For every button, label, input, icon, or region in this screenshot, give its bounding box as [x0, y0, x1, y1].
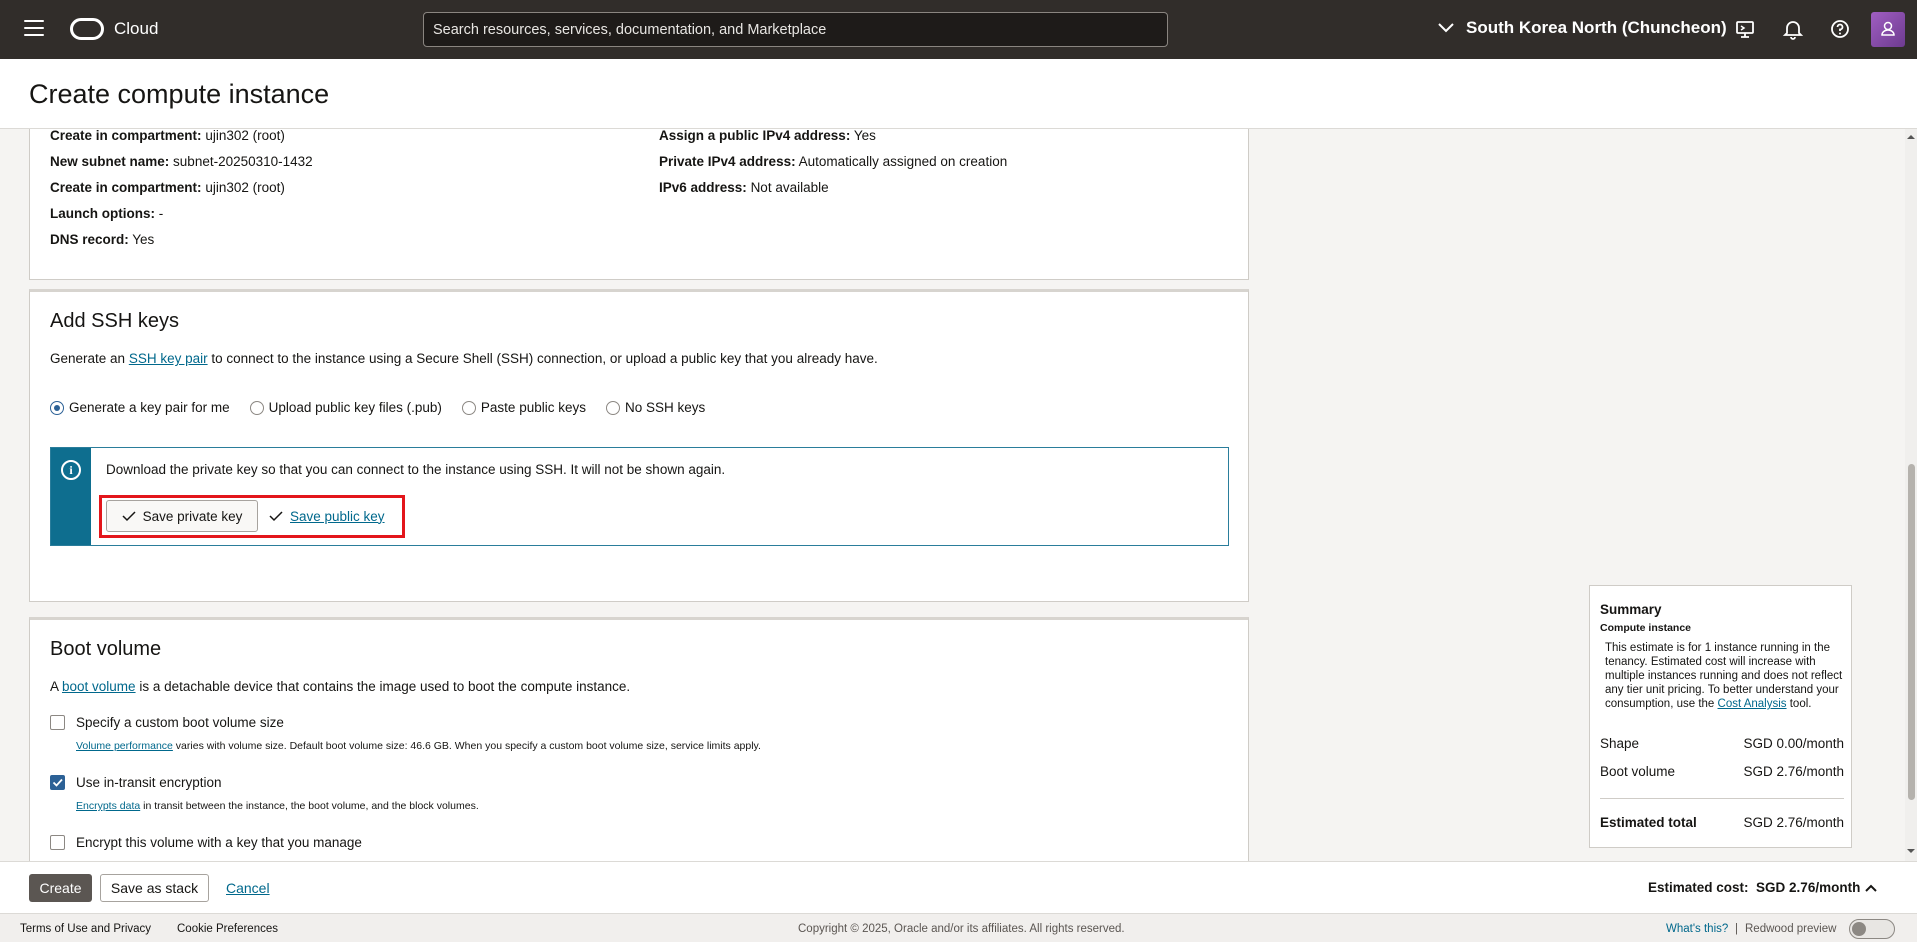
save-as-stack-button[interactable]: Save as stack [100, 874, 209, 902]
create-button[interactable]: Create [29, 874, 92, 902]
compartment-row: Create in compartment: ujin302 (root) [50, 129, 285, 143]
user-icon [1881, 21, 1895, 36]
radio-upload-key[interactable]: Upload public key files (.pub) [249, 400, 442, 415]
page-header: Create compute instance [0, 59, 1917, 129]
cookie-preferences-link[interactable]: Cookie Preferences [177, 923, 278, 935]
cost-analysis-link[interactable]: Cost Analysis [1718, 698, 1787, 710]
boot-section-title: Boot volume [50, 638, 162, 660]
top-navigation-bar: Cloud South Korea North (Chuncheon) [0, 0, 1917, 59]
page-title: Create compute instance [29, 79, 330, 109]
radio-no-ssh[interactable]: No SSH keys [605, 400, 705, 415]
encrypts-data-link[interactable]: Encrypts data [76, 800, 140, 812]
radio-button[interactable] [605, 400, 620, 415]
summary-title: Summary [1600, 602, 1662, 617]
dns-record-row: DNS record: Yes [50, 232, 155, 247]
summary-subtitle: Compute instance [1600, 622, 1692, 634]
redwood-preview-toggle[interactable] [1849, 919, 1895, 939]
chevron-up-icon [1865, 884, 1878, 892]
ssh-key-pair-link[interactable]: SSH key pair [129, 351, 208, 366]
ssh-section-title: Add SSH keys [50, 310, 179, 332]
scroll-down-arrow-icon[interactable] [1905, 846, 1917, 856]
footer-separator: | [1735, 923, 1738, 935]
encrypt-key-checkbox-row[interactable]: Encrypt this volume with a key that you … [50, 835, 362, 850]
info-icon: i [61, 460, 81, 480]
subnet-name-row: New subnet name: subnet-20250310-1432 [50, 154, 313, 169]
cancel-link[interactable]: Cancel [226, 880, 270, 896]
whats-this-link[interactable]: What's this? [1666, 923, 1728, 935]
check-icon [122, 510, 136, 521]
summary-divider [1600, 798, 1844, 799]
cloud-shell-icon[interactable] [1734, 18, 1756, 40]
notification-bell-icon[interactable] [1782, 18, 1804, 40]
in-transit-checkbox-row[interactable]: Use in-transit encryption [50, 775, 222, 790]
boot-description: A boot volume is a detachable device tha… [50, 679, 631, 694]
radio-button[interactable] [50, 400, 64, 415]
scroll-up-arrow-icon[interactable] [1905, 132, 1917, 142]
page-scrollbar[interactable] [1905, 129, 1917, 861]
radio-generate-key[interactable]: Generate a key pair for me [50, 400, 230, 415]
ssh-key-options: Generate a key pair for me Upload public… [50, 400, 725, 415]
terms-link[interactable]: Terms of Use and Privacy [20, 923, 151, 935]
page-footer: Terms of Use and Privacy Cookie Preferen… [0, 913, 1917, 942]
radio-button[interactable] [249, 400, 264, 415]
check-icon [52, 778, 63, 787]
in-transit-checkbox[interactable] [50, 775, 65, 790]
radio-paste-key[interactable]: Paste public keys [461, 400, 586, 415]
encrypts-data-note: Encrypts data in transit between the ins… [76, 800, 479, 812]
copyright-text: Copyright © 2025, Oracle and/or its affi… [798, 923, 1125, 935]
ssh-keys-panel: Add SSH keys Generate an SSH key pair to… [29, 289, 1249, 602]
menu-icon[interactable] [24, 20, 44, 36]
help-icon[interactable] [1829, 18, 1851, 40]
volume-performance-note: Volume performance varies with volume si… [76, 740, 761, 752]
alert-strip: i [51, 448, 91, 545]
volume-performance-link[interactable]: Volume performance [76, 740, 173, 752]
brand-name[interactable]: Cloud [114, 19, 158, 39]
save-private-key-button[interactable]: Save private key [106, 500, 258, 532]
estimated-cost-toggle[interactable]: Estimated cost: SGD 2.76/month [1648, 880, 1878, 895]
chevron-down-icon [1438, 23, 1454, 33]
action-bar: Create Save as stack Cancel Estimated co… [0, 861, 1917, 913]
launch-options-row: Launch options: - [50, 206, 164, 221]
user-avatar[interactable] [1871, 12, 1905, 47]
radio-button[interactable] [461, 400, 476, 415]
save-public-key-button[interactable]: Save public key [269, 500, 385, 532]
region-label: South Korea North (Chuncheon) [1466, 18, 1727, 37]
boot-volume-cost-row: Boot volume SGD 2.76/month [1600, 764, 1844, 779]
public-ipv4-row: Assign a public IPv4 address: Yes [659, 129, 876, 143]
estimated-total-row: Estimated total SGD 2.76/month [1600, 815, 1844, 830]
encrypt-key-checkbox[interactable] [50, 835, 65, 850]
boot-volume-link[interactable]: boot volume [62, 679, 136, 694]
save-public-key-link[interactable]: Save public key [290, 509, 385, 524]
boot-volume-panel: Boot volume A boot volume is a detachabl… [29, 617, 1249, 861]
oracle-logo-icon[interactable] [70, 18, 104, 40]
custom-size-checkbox-row[interactable]: Specify a custom boot volume size [50, 715, 284, 730]
search-input[interactable] [423, 12, 1168, 47]
cost-summary-card: Summary Compute instance This estimate i… [1589, 585, 1852, 848]
check-icon [269, 510, 283, 521]
subnet-compartment-row: Create in compartment: ujin302 (root) [50, 180, 285, 195]
private-ipv4-row: Private IPv4 address: Automatically assi… [659, 154, 1008, 169]
download-key-alert: i Download the private key so that you c… [50, 447, 1229, 546]
shape-cost-row: Shape SGD 0.00/month [1600, 736, 1844, 751]
region-selector[interactable]: South Korea North (Chuncheon) [1438, 18, 1727, 38]
alert-text: Download the private key so that you can… [106, 462, 726, 477]
ipv6-row: IPv6 address: Not available [659, 180, 829, 195]
summary-description: This estimate is for 1 instance running … [1605, 642, 1843, 710]
redwood-preview-label: Redwood preview [1745, 923, 1837, 935]
custom-size-checkbox[interactable] [50, 715, 65, 730]
scroll-thumb[interactable] [1908, 464, 1915, 800]
networking-summary-panel: Create in compartment: ujin302 (root) Ne… [29, 129, 1249, 280]
ssh-description: Generate an SSH key pair to connect to t… [50, 351, 878, 366]
